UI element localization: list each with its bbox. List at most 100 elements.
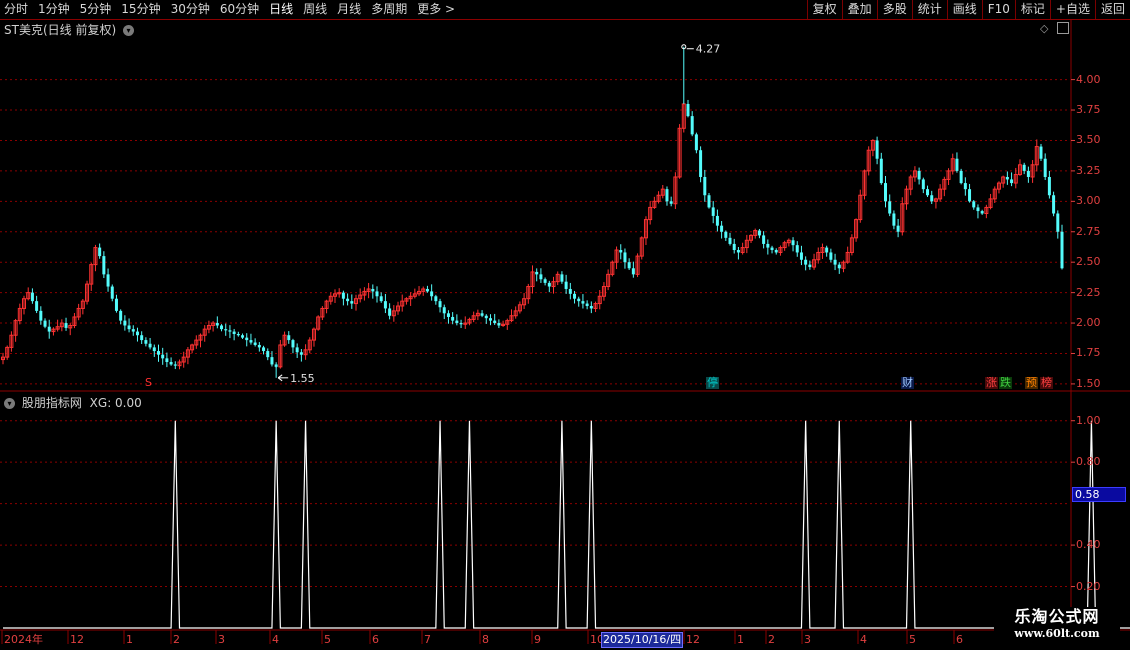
- candle-body: [686, 103, 690, 117]
- candle-body: [291, 340, 295, 348]
- candle-body: [547, 282, 551, 287]
- cursor-value-badge: 0.58: [1072, 487, 1126, 502]
- candle-body: [224, 329, 228, 331]
- x-tick-label: 1: [737, 633, 744, 646]
- candle-body: [156, 351, 160, 355]
- candle-body: [123, 320, 127, 326]
- candle-body: [799, 252, 803, 260]
- candle-body: [535, 271, 539, 275]
- candle-body: [1052, 195, 1056, 214]
- candle-body: [829, 252, 833, 260]
- candle-body: [589, 306, 593, 309]
- candle-body: [43, 320, 47, 327]
- candle-body: [585, 303, 589, 307]
- chart-canvas[interactable]: 4.27 1.55: [0, 0, 1130, 650]
- event-marker[interactable]: 榜: [1040, 377, 1053, 389]
- candle-body: [493, 320, 497, 324]
- candle-body: [131, 329, 135, 332]
- panel-toggle-icon[interactable]: [1057, 22, 1069, 34]
- candle-body: [879, 158, 883, 184]
- event-marker[interactable]: 停: [706, 377, 719, 389]
- candle-body: [707, 195, 711, 208]
- candle-body: [762, 235, 766, 244]
- event-marker[interactable]: S: [144, 377, 153, 389]
- y-tick-label: 3.50: [1076, 133, 1101, 147]
- candle-body: [442, 307, 446, 314]
- candle-body: [35, 301, 39, 311]
- candle-body: [262, 347, 266, 352]
- candle-body: [438, 301, 442, 308]
- candle-body: [249, 340, 253, 343]
- candle-body: [169, 362, 173, 365]
- candle-body: [627, 262, 631, 269]
- candle-body: [220, 325, 224, 330]
- candle-body: [631, 268, 635, 275]
- y-tick-label: 1.50: [1076, 376, 1101, 390]
- candle-body: [148, 343, 152, 348]
- candle-body: [694, 134, 698, 151]
- candle-body: [736, 250, 740, 253]
- diamond-icon[interactable]: ◇: [1040, 22, 1048, 35]
- candle-body: [699, 150, 703, 177]
- candle-body: [837, 264, 841, 269]
- candle-body: [711, 207, 715, 216]
- candle-body: [560, 274, 564, 282]
- x-tick-label: 4: [860, 633, 867, 646]
- candle-body: [228, 330, 232, 332]
- x-tick-label: 2: [173, 633, 180, 646]
- candle-body: [875, 140, 879, 159]
- event-marker[interactable]: 跌: [999, 377, 1012, 389]
- candle-body: [30, 292, 34, 302]
- candle-body: [1026, 170, 1030, 177]
- candle-body: [341, 292, 345, 299]
- candle-body: [266, 351, 270, 358]
- candle-body: [573, 293, 577, 299]
- chevron-down-icon[interactable]: ▾: [4, 398, 15, 409]
- indicator-title: 股朋指标网: [21, 396, 82, 410]
- candle-body: [135, 331, 139, 336]
- stock-chart-window: { "toolbar": { "periods": ["分时","1分钟","5…: [0, 0, 1130, 650]
- candle-body: [539, 274, 543, 280]
- candle-body: [484, 315, 488, 319]
- candle-body: [295, 347, 299, 353]
- candle-body: [425, 288, 429, 292]
- candle-body: [1056, 213, 1060, 232]
- high-price-label: 4.27: [696, 43, 721, 56]
- candle-body: [106, 274, 110, 287]
- candle-body: [434, 296, 438, 302]
- chevron-down-icon[interactable]: ▾: [122, 25, 134, 36]
- candle-body: [245, 337, 249, 341]
- candle-body: [808, 264, 812, 268]
- candle-body: [346, 298, 350, 302]
- event-marker[interactable]: 财: [901, 377, 914, 389]
- candle-body: [350, 301, 354, 304]
- main-panel-header: ST美克(日线 前复权) ▾: [4, 21, 134, 38]
- watermark-url: www.60lt.com: [1014, 627, 1100, 640]
- x-tick-label: 2024年: [4, 633, 43, 646]
- candle-body: [480, 313, 484, 316]
- indicator-y-tick-label: 0.80: [1076, 455, 1101, 469]
- candle-body: [383, 301, 387, 309]
- candle-body: [732, 243, 736, 251]
- x-tick-label: 2: [768, 633, 775, 646]
- candle-body: [241, 335, 245, 338]
- candle-body: [930, 195, 934, 202]
- candle-body: [173, 364, 177, 366]
- candle-body: [299, 352, 303, 355]
- candle-body: [955, 158, 959, 171]
- event-marker[interactable]: 涨: [985, 377, 998, 389]
- candle-body: [488, 318, 492, 321]
- event-marker[interactable]: 预: [1025, 377, 1038, 389]
- candle-body: [669, 201, 673, 204]
- candle-body: [371, 288, 375, 292]
- y-tick-label: 2.75: [1076, 224, 1101, 238]
- candle-body: [972, 201, 976, 208]
- candle-body: [39, 310, 43, 321]
- x-tick-label: 5: [909, 633, 916, 646]
- candle-body: [665, 189, 669, 202]
- candle-body: [102, 256, 106, 275]
- candle-body: [127, 325, 131, 330]
- candle-body: [161, 354, 165, 359]
- candle-body: [690, 116, 694, 135]
- x-tick-label: 5: [324, 633, 331, 646]
